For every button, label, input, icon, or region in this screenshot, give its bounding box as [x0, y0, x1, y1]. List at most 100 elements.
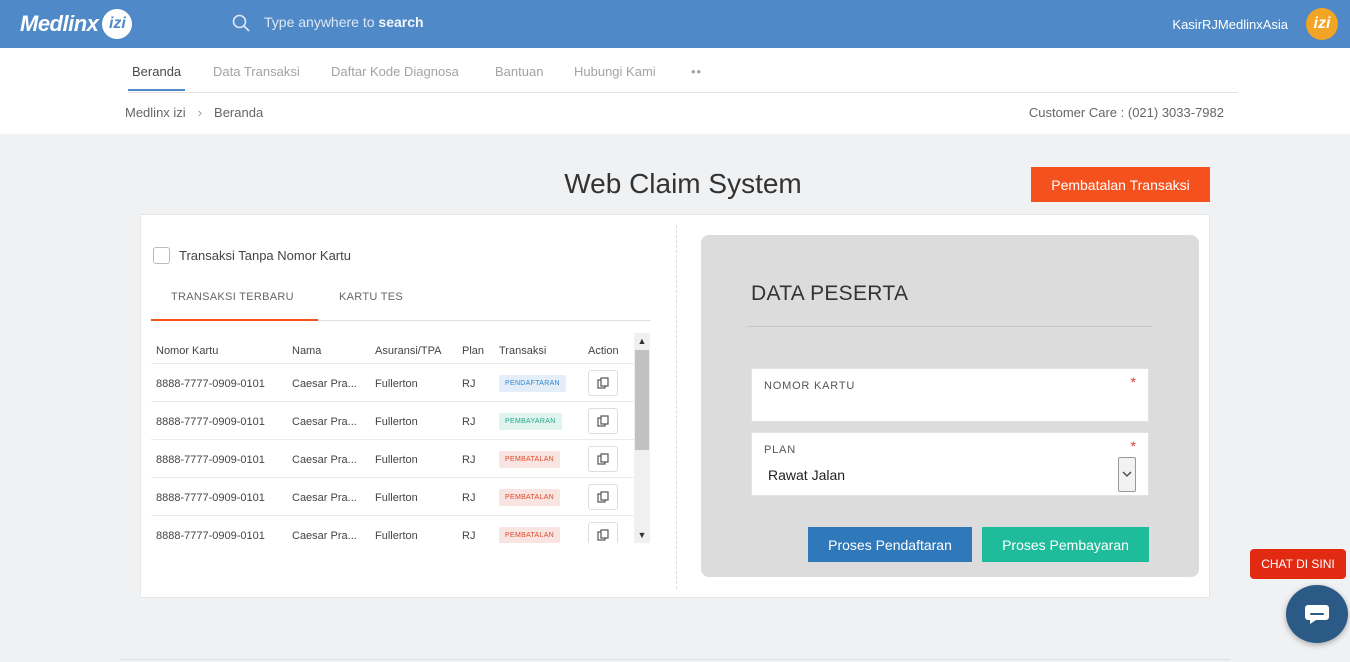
tab-kartu-tes[interactable]: KARTU TES [339, 291, 403, 303]
customer-care-text: Customer Care : (021) 3033-7982 [1028, 105, 1224, 120]
transaction-status-badge: PENDAFTARAN [499, 375, 566, 392]
nomor-kartu-label: NOMOR KARTU [764, 380, 856, 392]
nav-area: Beranda Data Transaksi Daftar Kode Diagn… [0, 48, 1350, 134]
no-card-checkbox[interactable] [153, 247, 170, 264]
main-nav: Beranda Data Transaksi Daftar Kode Diagn… [128, 48, 1238, 93]
cell-asuransi: Fullerton [375, 492, 418, 504]
copy-action-button[interactable] [588, 370, 618, 396]
avatar[interactable]: izi [1306, 8, 1338, 40]
cell-nama: Caesar Pra... [292, 454, 357, 466]
nav-item-daftar-kode-diagnosa[interactable]: Daftar Kode Diagnosa [331, 64, 459, 79]
cell-asuransi: Fullerton [375, 530, 418, 542]
transaction-status-badge: PEMBATALAN [499, 451, 561, 468]
chat-label-button[interactable]: CHAT DI SINI [1250, 549, 1346, 579]
copy-action-button[interactable] [588, 446, 618, 472]
plan-label: PLAN [764, 444, 796, 456]
column-header-transaksi: Transaksi [499, 345, 547, 357]
table-row[interactable]: 8888-7777-0909-0101 Caesar Pra... Fullerto… [151, 402, 640, 440]
nav-item-hubungi-kami[interactable]: Hubungi Kami [574, 64, 656, 79]
chat-bubble-icon [1305, 605, 1329, 624]
scroll-up-icon[interactable]: ▲ [634, 333, 650, 349]
column-header-nama: Nama [292, 345, 322, 357]
transaction-status-badge: PEMBATALAN [499, 489, 561, 506]
transaction-tabs: TRANSAKSI TERBARU KARTU TES [151, 277, 651, 321]
table-row[interactable]: 8888-7777-0909-0101 Caesar Pra... Fullerto… [151, 364, 640, 402]
column-header-asuransi: Asuransi/TPA [375, 345, 442, 357]
copy-action-button[interactable] [588, 408, 618, 434]
copy-icon [597, 377, 609, 389]
data-peserta-panel: DATA PESERTA NOMOR KARTU * PLAN * Rawat … [701, 235, 1199, 577]
breadcrumb: Medlinx izi › Beranda [125, 105, 263, 120]
column-header-plan: Plan [462, 345, 485, 357]
transaction-status-badge: PEMBATALAN [499, 527, 561, 543]
panel-divider [676, 225, 677, 589]
transaction-table: Nomor Kartu Nama Asuransi/TPA Plan Trans… [151, 333, 640, 543]
user-name[interactable]: KasirRJMedlinxAsia [1172, 17, 1288, 32]
cell-nomor-kartu: 8888-7777-0909-0101 [156, 416, 265, 428]
scroll-thumb[interactable] [635, 350, 649, 450]
required-mark: * [1130, 438, 1136, 454]
cell-plan: RJ [462, 416, 476, 428]
tab-active-indicator [151, 319, 318, 321]
nav-item-beranda[interactable]: Beranda [132, 64, 181, 79]
cell-nama: Caesar Pra... [292, 416, 357, 428]
top-bar: Medlinx izi Type anywhere to search Kasi… [0, 0, 1350, 48]
cell-nomor-kartu: 8888-7777-0909-0101 [156, 530, 265, 542]
cell-nama: Caesar Pra... [292, 530, 357, 542]
copy-action-button[interactable] [588, 522, 618, 543]
logo-text: Medlinx [20, 11, 99, 36]
cell-plan: RJ [462, 492, 476, 504]
cell-nama: Caesar Pra... [292, 492, 357, 504]
cell-asuransi: Fullerton [375, 454, 418, 466]
cell-asuransi: Fullerton [375, 378, 418, 390]
medlinx-logo[interactable]: Medlinx izi [20, 9, 133, 39]
cell-nomor-kartu: 8888-7777-0909-0101 [156, 454, 265, 466]
nav-item-data-transaksi[interactable]: Data Transaksi [213, 64, 300, 79]
table-row[interactable]: 8888-7777-0909-0101 Caesar Pra... Fullerto… [151, 440, 640, 478]
cell-nomor-kartu: 8888-7777-0909-0101 [156, 492, 265, 504]
table-row[interactable]: 8888-7777-0909-0101 Caesar Pra... Fullerto… [151, 516, 640, 543]
logo-badge: izi [102, 9, 133, 39]
table-header: Nomor Kartu Nama Asuransi/TPA Plan Trans… [151, 333, 640, 364]
cell-nomor-kartu: 8888-7777-0909-0101 [156, 378, 265, 390]
search-icon[interactable] [232, 14, 250, 32]
search-placeholder-bold: search [378, 14, 424, 30]
proses-pembayaran-button[interactable]: Proses Pembayaran [982, 527, 1149, 562]
copy-icon [597, 415, 609, 427]
plan-select[interactable]: PLAN * Rawat Jalan [751, 432, 1149, 496]
table-scrollbar[interactable]: ▲ ▼ [634, 333, 650, 543]
table-row[interactable]: 8888-7777-0909-0101 Caesar Pra... Fullerto… [151, 478, 640, 516]
search-placeholder-prefix: Type anywhere to [264, 14, 375, 30]
main-card: Transaksi Tanpa Nomor Kartu TRANSAKSI TE… [140, 214, 1210, 598]
proses-pendaftaran-button[interactable]: Proses Pendaftaran [808, 527, 972, 562]
copy-action-button[interactable] [588, 484, 618, 510]
copy-icon [597, 453, 609, 465]
search-input[interactable]: Type anywhere to search [264, 14, 424, 30]
no-card-transaction-option[interactable]: Transaksi Tanpa Nomor Kartu [153, 247, 351, 264]
scroll-down-icon[interactable]: ▼ [634, 527, 650, 543]
copy-icon [597, 491, 609, 503]
transaction-status-badge: PEMBAYARAN [499, 413, 562, 430]
chevron-down-icon[interactable] [1118, 457, 1136, 492]
nav-active-indicator [128, 89, 185, 91]
copy-icon [597, 529, 609, 541]
panel-title: DATA PESERTA [751, 282, 909, 305]
cell-asuransi: Fullerton [375, 416, 418, 428]
nav-item-bantuan[interactable]: Bantuan [495, 64, 543, 79]
nav-more-icon[interactable]: •• [691, 64, 702, 79]
cell-nama: Caesar Pra... [292, 378, 357, 390]
plan-value: Rawat Jalan [768, 467, 846, 483]
breadcrumb-chevron-icon: › [197, 105, 203, 120]
cell-plan: RJ [462, 530, 476, 542]
cancel-transaction-button[interactable]: Pembatalan Transaksi [1031, 167, 1210, 202]
chat-button[interactable] [1286, 585, 1348, 643]
column-header-nomor-kartu: Nomor Kartu [156, 345, 219, 357]
nomor-kartu-field[interactable]: NOMOR KARTU * [751, 368, 1149, 422]
panel-divider-line [747, 326, 1153, 327]
no-card-checkbox-label: Transaksi Tanpa Nomor Kartu [179, 248, 351, 263]
breadcrumb-root[interactable]: Medlinx izi [125, 105, 186, 120]
tab-transaksi-terbaru[interactable]: TRANSAKSI TERBARU [171, 291, 294, 303]
required-mark: * [1130, 374, 1136, 390]
column-header-action: Action [588, 345, 619, 357]
cell-plan: RJ [462, 454, 476, 466]
